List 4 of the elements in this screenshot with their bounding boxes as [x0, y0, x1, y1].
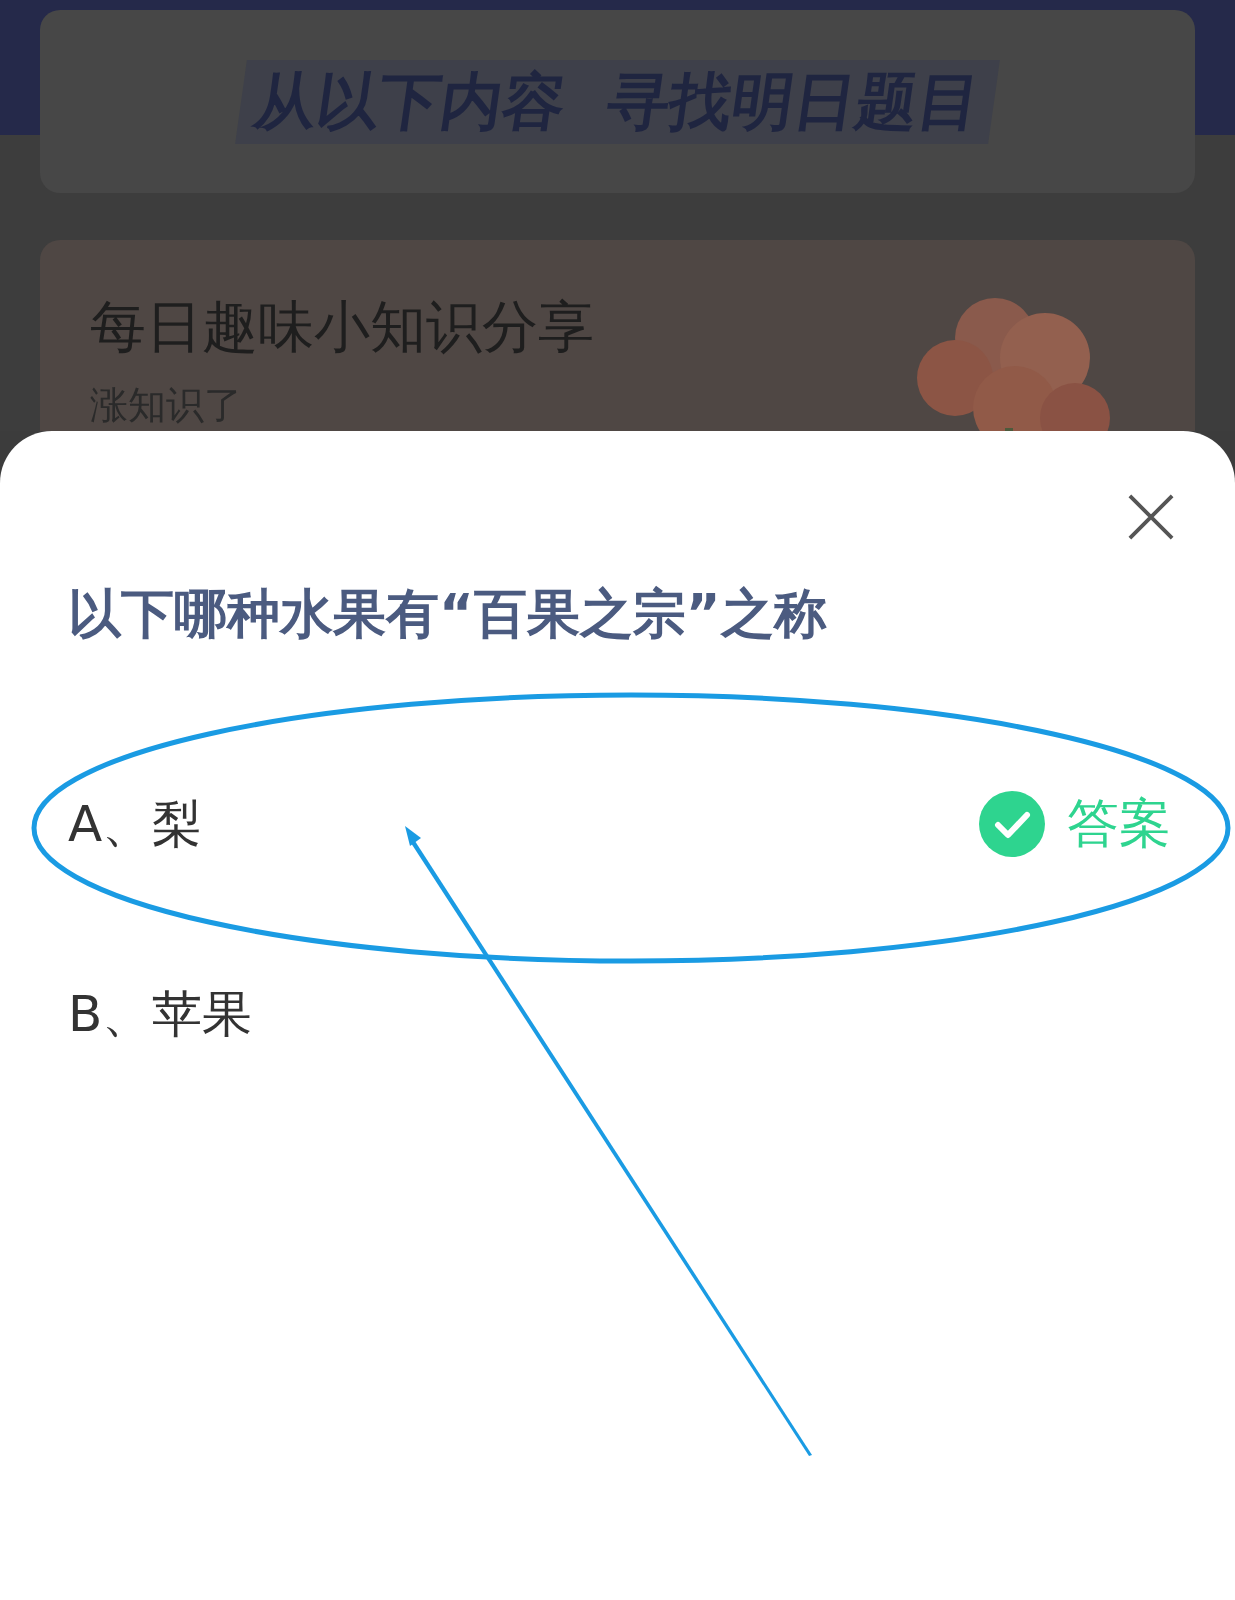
check-icon — [979, 791, 1045, 857]
close-icon[interactable] — [1127, 493, 1175, 541]
question-text: 以下哪种水果有“百果之宗”之称 — [68, 582, 828, 646]
answer-option[interactable]: B、苹果 — [68, 919, 1167, 1109]
